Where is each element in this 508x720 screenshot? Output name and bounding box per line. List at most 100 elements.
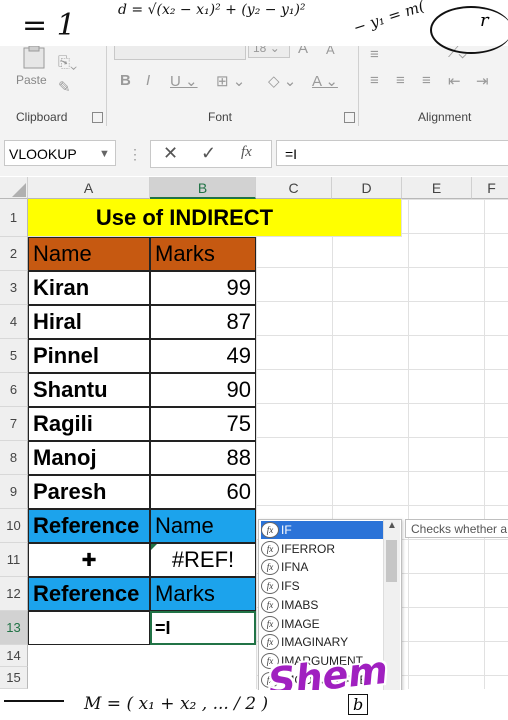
column-header-e[interactable]: E	[402, 177, 472, 199]
autocomplete-item[interactable]: fx IMAGINARY	[261, 633, 383, 651]
align-left-icon[interactable]: ≡	[370, 72, 379, 89]
cursor-cell[interactable]: ✚	[28, 543, 150, 577]
function-icon: fx	[261, 616, 279, 632]
select-all-corner[interactable]	[0, 177, 28, 199]
row-header-3[interactable]: 3	[0, 271, 28, 305]
bold-button[interactable]: B	[120, 72, 131, 89]
function-icon: fx	[261, 578, 279, 594]
dialog-launcher-icon[interactable]	[92, 112, 103, 123]
row-header-5[interactable]: 5	[0, 339, 28, 373]
marks-text: 75	[226, 411, 251, 436]
marks-cell[interactable]: 60	[150, 475, 256, 509]
name-cell[interactable]: Shantu	[28, 373, 150, 407]
underline-button[interactable]: U ⌄	[170, 72, 198, 90]
row-header-9[interactable]: 9	[0, 475, 28, 509]
column-header-a[interactable]: A	[28, 177, 150, 199]
row-header-14[interactable]: 14	[0, 645, 28, 667]
column-header-b[interactable]: B	[150, 177, 256, 199]
row-header-8[interactable]: 8	[0, 441, 28, 475]
row-header-10[interactable]: 10	[0, 509, 28, 543]
name-cell[interactable]: Ragili	[28, 407, 150, 441]
reference-value-cell[interactable]: Marks	[150, 577, 256, 611]
row-header-11[interactable]: 11	[0, 543, 28, 577]
enter-icon[interactable]: ✓	[201, 143, 216, 164]
row-header-1[interactable]: 1	[0, 199, 28, 237]
marks-cell[interactable]: 75	[150, 407, 256, 441]
marks-cell[interactable]: 90	[150, 373, 256, 407]
reference-value-text: Name	[155, 513, 214, 538]
marks-cell[interactable]: 49	[150, 339, 256, 373]
font-color-icon[interactable]: A ⌄	[312, 72, 338, 90]
header-marks-cell[interactable]: Marks	[150, 237, 256, 271]
row-header-12[interactable]: 12	[0, 577, 28, 611]
cancel-icon[interactable]: ✕	[163, 143, 178, 164]
name-box-value: VLOOKUP	[9, 146, 77, 162]
autocomplete-label: IFS	[281, 579, 300, 593]
tooltip-text: Checks whether a	[411, 522, 508, 536]
row-header-13[interactable]: 13	[0, 611, 28, 645]
marks-cell[interactable]: 88	[150, 441, 256, 475]
name-cell[interactable]: Paresh	[28, 475, 150, 509]
name-cell[interactable]: Kiran	[28, 271, 150, 305]
autocomplete-item[interactable]: fx IMABS	[261, 596, 383, 614]
row-header-4[interactable]: 4	[0, 305, 28, 339]
insert-function-icon[interactable]: fx	[241, 144, 252, 161]
dialog-launcher-icon[interactable]	[344, 112, 355, 123]
autocomplete-item-selected[interactable]: fx IF	[261, 521, 383, 539]
reference-value-cell[interactable]: Name	[150, 509, 256, 543]
reference-label-text: Reference	[33, 581, 140, 606]
title-text: Use of INDIRECT	[95, 204, 274, 230]
name-box[interactable]: VLOOKUP ▼	[4, 140, 116, 166]
autocomplete-label: IFNA	[281, 560, 309, 574]
increase-indent-icon[interactable]: ⇥	[476, 72, 489, 90]
cell-cursor-icon: ✚	[81, 549, 97, 570]
header-name-cell[interactable]: Name	[28, 237, 150, 271]
autocomplete-item[interactable]: fx IMAGE	[261, 615, 383, 633]
function-icon: fx	[261, 559, 279, 575]
row-header-15[interactable]: 15	[0, 667, 28, 689]
row-header-7[interactable]: 7	[0, 407, 28, 441]
paste-button[interactable]: Paste	[12, 46, 52, 96]
borders-icon[interactable]: ⊞ ⌄	[216, 72, 245, 90]
align-right-icon[interactable]: ≡	[422, 72, 431, 89]
top-equation: = 1	[22, 8, 76, 43]
align-top-icon[interactable]: ≡	[370, 46, 379, 63]
marks-text: 49	[226, 343, 251, 368]
format-painter-icon[interactable]: ✎	[58, 78, 71, 96]
reference-label-cell[interactable]: Reference	[28, 577, 150, 611]
row-header-2[interactable]: 2	[0, 237, 28, 271]
formula-input[interactable]: =I	[276, 140, 508, 166]
column-header-c[interactable]: C	[256, 177, 332, 199]
column-header-f[interactable]: F	[472, 177, 508, 199]
formula-bar-row: VLOOKUP ▼ ⋮ ✕ ✓ fx =I	[0, 132, 508, 176]
top-right-formula: − y₁ = m(	[351, 0, 427, 37]
chevron-down-icon[interactable]: ▼	[99, 141, 110, 167]
fill-color-icon[interactable]: ◇ ⌄	[268, 72, 296, 90]
copy-icon[interactable]: ⎘⌄	[58, 54, 77, 71]
autocomplete-item[interactable]: fx IFERROR	[261, 540, 383, 558]
align-center-icon[interactable]: ≡	[396, 72, 405, 89]
empty-cell[interactable]	[28, 611, 150, 645]
name-cell[interactable]: Pinnel	[28, 339, 150, 373]
scroll-up-icon[interactable]: ▲	[387, 520, 397, 531]
autocomplete-item[interactable]: fx IFS	[261, 577, 383, 595]
column-header-d[interactable]: D	[332, 177, 402, 199]
ref-result-cell[interactable]: #REF!	[150, 543, 256, 577]
decrease-indent-icon[interactable]: ⇤	[448, 72, 461, 90]
active-edit-cell[interactable]: =I	[150, 611, 256, 645]
marks-cell[interactable]: 99	[150, 271, 256, 305]
ribbon: Paste ⎘⌄ ✎ Clipboard 18 ⌄ A A B I U ⌄ ⊞ …	[0, 40, 508, 133]
autocomplete-item[interactable]: fx IFNA	[261, 558, 383, 576]
reference-label-cell[interactable]: Reference	[28, 509, 150, 543]
name-text: Ragili	[33, 411, 93, 436]
title-cell[interactable]: Use of INDIRECT	[28, 199, 402, 237]
row-header-6[interactable]: 6	[0, 373, 28, 407]
autocomplete-label: IFERROR	[281, 542, 335, 556]
scroll-thumb[interactable]	[386, 540, 397, 582]
marks-cell[interactable]: 87	[150, 305, 256, 339]
name-cell[interactable]: Hiral	[28, 305, 150, 339]
function-icon: fx	[261, 541, 279, 557]
italic-button[interactable]: I	[146, 72, 150, 89]
reference-value-text: Marks	[155, 581, 215, 606]
name-cell[interactable]: Manoj	[28, 441, 150, 475]
